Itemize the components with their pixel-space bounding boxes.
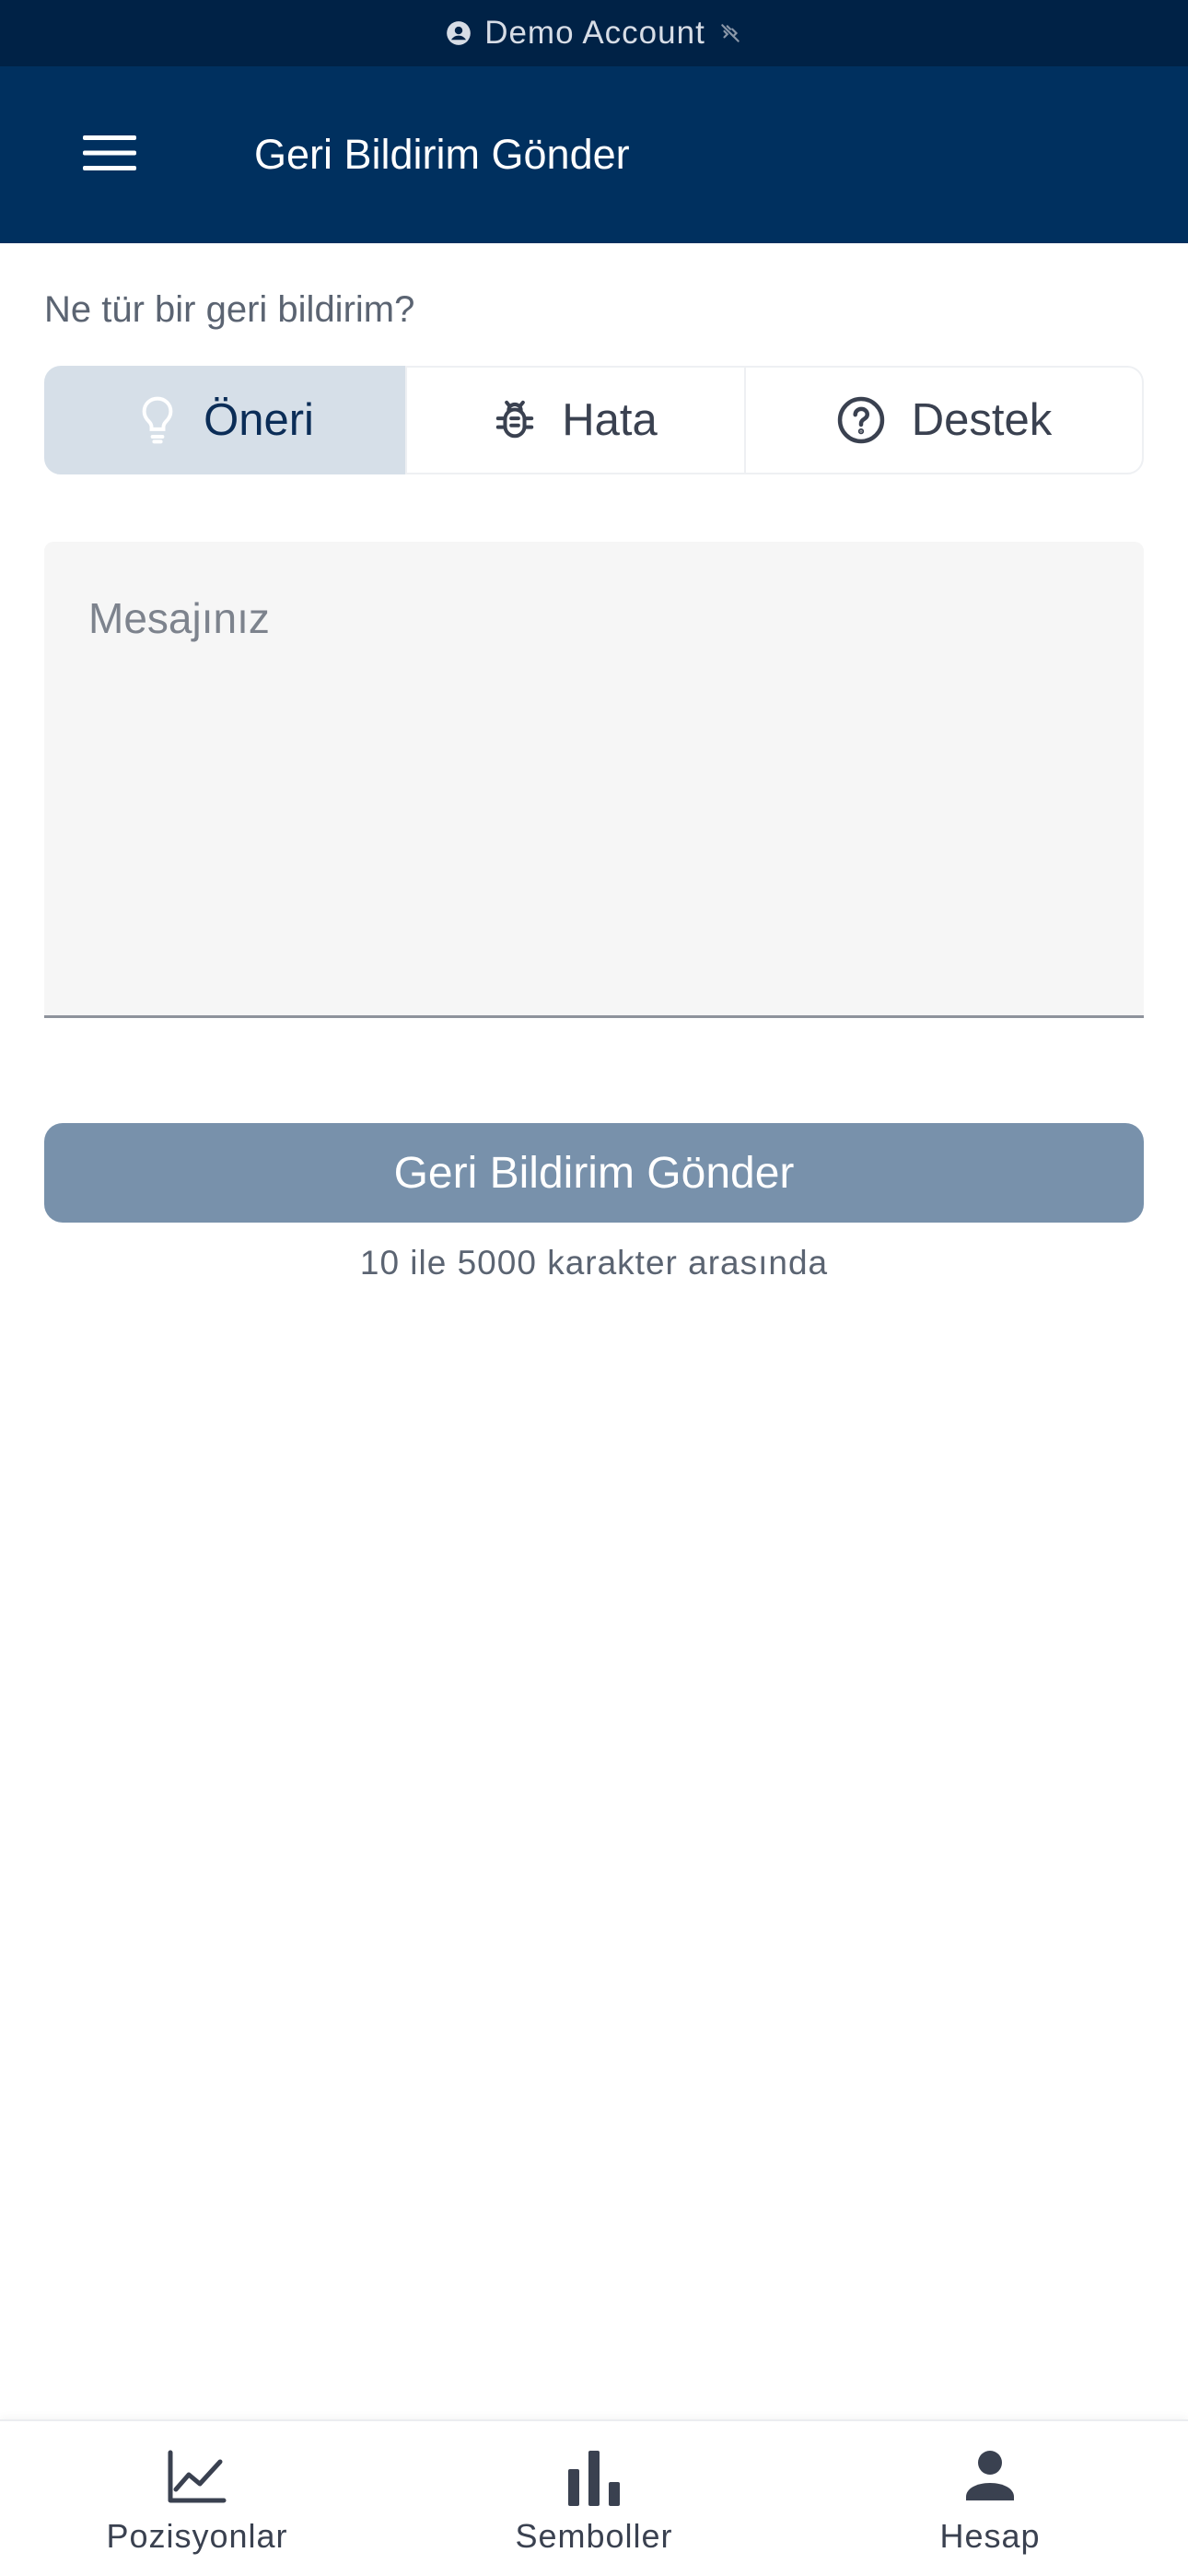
nav-label: Hesap <box>939 2517 1041 2555</box>
help-circle-icon <box>836 395 886 445</box>
submit-feedback-button[interactable]: Geri Bildirim Gönder <box>44 1123 1144 1223</box>
demo-account-banner: Demo Account <box>0 0 1188 66</box>
account-circle-icon <box>446 20 472 46</box>
feedback-type-label: Öneri <box>204 395 314 445</box>
nav-item-positions[interactable]: Pozisyonlar <box>0 2421 396 2576</box>
person-icon <box>964 2449 1016 2500</box>
bug-icon <box>494 397 536 443</box>
feedback-type-suggestion[interactable]: Öneri <box>44 366 407 474</box>
nav-label: Semboller <box>515 2517 673 2555</box>
bar-chart-icon <box>566 2449 622 2508</box>
chart-line-icon <box>167 2449 227 2504</box>
demo-account-label: Demo Account <box>484 15 705 51</box>
menu-button[interactable] <box>70 115 149 194</box>
nav-item-symbols[interactable]: Semboller <box>396 2421 792 2576</box>
feedback-type-selector: Öneri Hata Destek <box>44 366 1144 474</box>
feedback-type-support[interactable]: Destek <box>744 366 1144 474</box>
page-title: Geri Bildirim Gönder <box>254 131 630 178</box>
message-input[interactable] <box>44 542 1144 1015</box>
feedback-type-label: Destek <box>911 395 1053 445</box>
nav-label: Pozisyonlar <box>106 2517 288 2555</box>
feedback-type-label: Hata <box>562 395 658 445</box>
feedback-type-bug[interactable]: Hata <box>405 366 746 474</box>
feedback-type-question: Ne tür bir geri bildirim? <box>44 289 415 330</box>
bottom-navigation: Pozisyonlar Semboller Hesap <box>0 2419 1188 2576</box>
character-limit-hint: 10 ile 5000 karakter arasında <box>359 1244 829 1282</box>
lightbulb-icon <box>137 395 178 445</box>
feedback-screen: Demo Account Geri Bildirim Gönder Ne tür… <box>0 0 1188 2576</box>
app-bar: Geri Bildirim Gönder <box>0 66 1188 243</box>
hamburger-menu-icon <box>83 134 136 177</box>
message-field <box>44 542 1144 1018</box>
link-off-icon <box>718 21 742 45</box>
nav-item-account[interactable]: Hesap <box>792 2421 1188 2576</box>
